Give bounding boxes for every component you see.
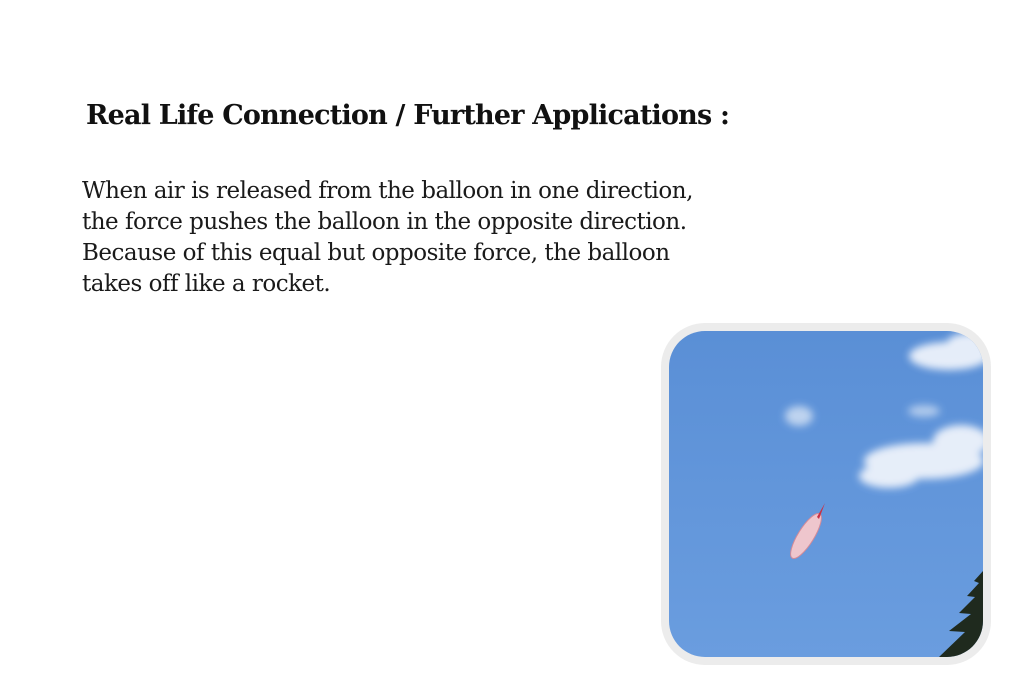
balloon-photo (669, 331, 983, 657)
sky-image (669, 331, 983, 657)
section-heading: Real Life Connection / Further Applicati… (86, 100, 730, 131)
sky-background (669, 331, 983, 657)
balloon-photo-frame (661, 323, 991, 665)
explanation-paragraph: When air is released from the balloon in… (82, 178, 693, 297)
